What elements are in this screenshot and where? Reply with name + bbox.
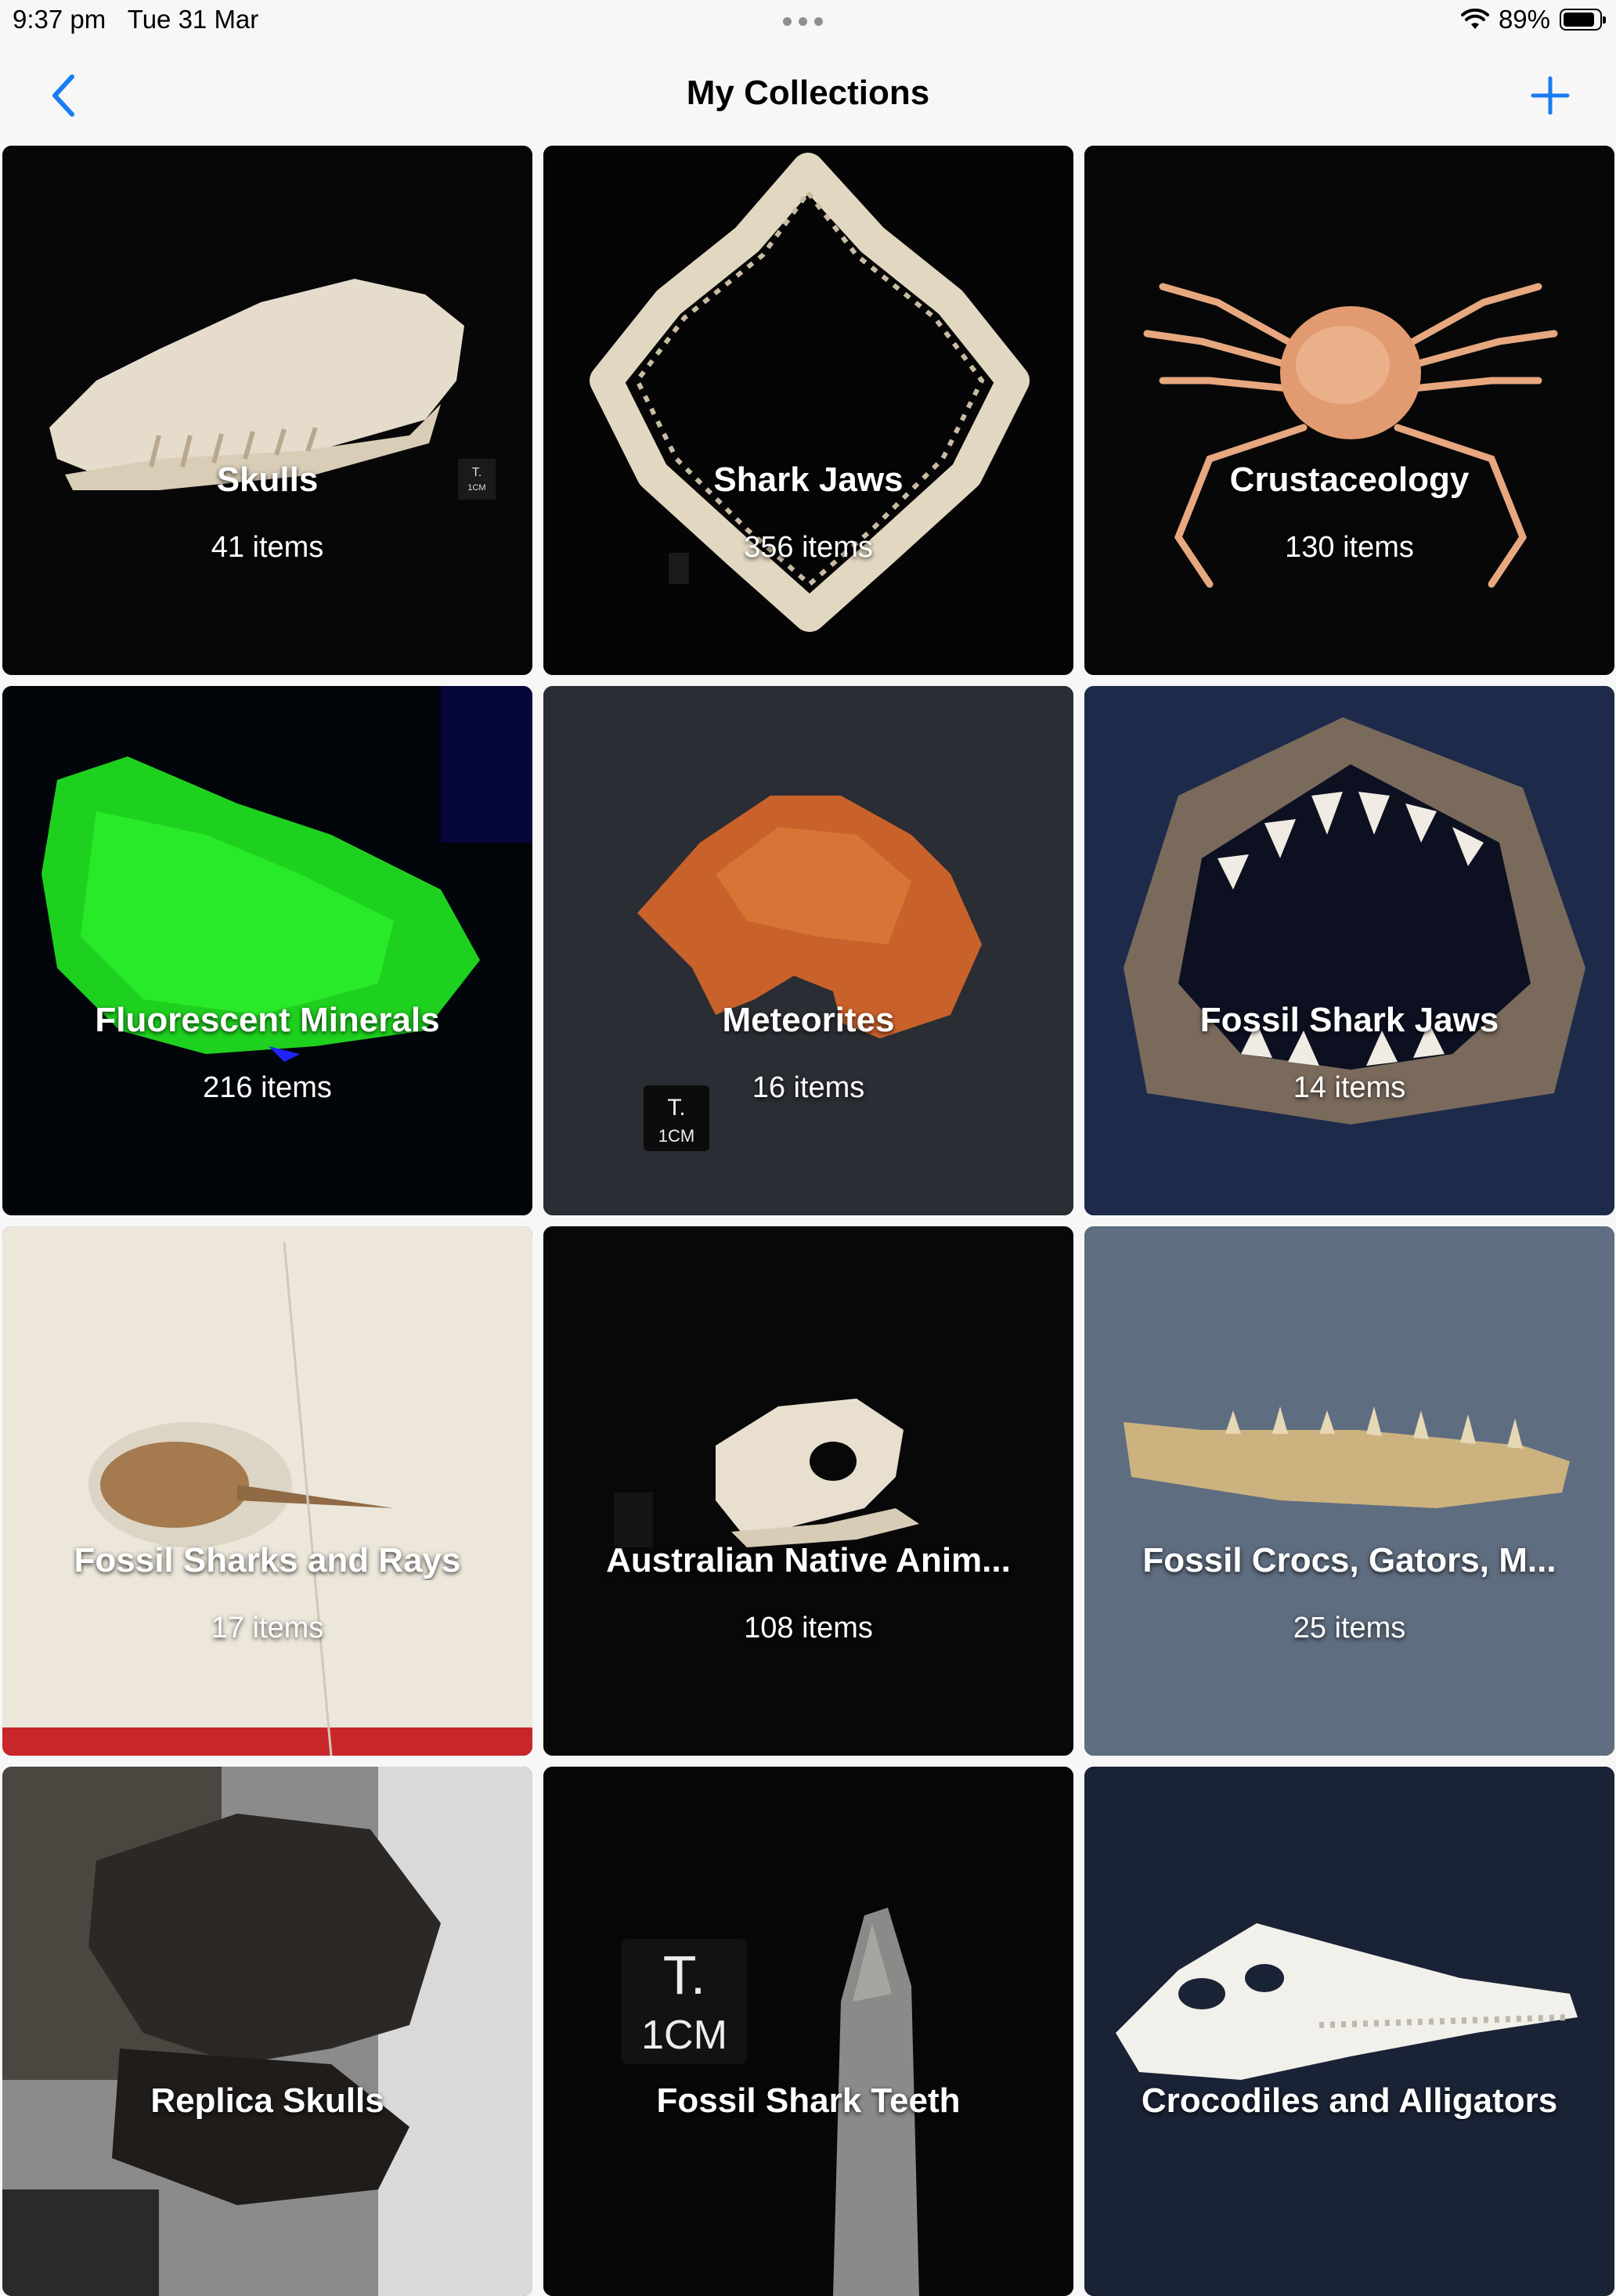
collection-card-fossil-crocs[interactable]: Fossil Crocs, Gators, M... 25 items [1084, 1226, 1614, 1756]
status-indicators: 89% [1460, 5, 1606, 34]
collection-count: 130 items [1285, 531, 1414, 564]
status-time: 9:37 pm Tue 31 Mar [13, 5, 259, 34]
collection-title: Skulls [216, 460, 319, 499]
multitasking-dots-icon[interactable] [783, 17, 823, 26]
fossil-shark-jaw-image [1084, 686, 1614, 1215]
snake-skull-image: T. 1CM [2, 146, 532, 675]
collection-title: Fossil Shark Teeth [656, 2081, 961, 2120]
collection-count: 108 items [744, 1612, 873, 1644]
collection-card-fluorescent-minerals[interactable]: Fluorescent Minerals 216 items [2, 686, 532, 1215]
plus-icon[interactable] [1530, 75, 1571, 116]
dinosaur-skull-image [2, 1767, 532, 2296]
croc-jaw-fragment-image [1084, 1226, 1614, 1756]
collection-card-replica-skulls[interactable]: Replica Skulls [2, 1767, 532, 2296]
collection-card-fossil-shark-teeth[interactable]: T. 1CM Fossil Shark Teeth [543, 1767, 1073, 2296]
collection-card-crocodiles-alligators[interactable]: Crocodiles and Alligators [1084, 1767, 1614, 2296]
collection-card-crustaceology[interactable]: Crustaceology 130 items [1084, 146, 1614, 675]
battery-percent: 89% [1498, 5, 1550, 34]
collection-card-australian-native-animals[interactable]: Australian Native Anim... 108 items [543, 1226, 1073, 1756]
collection-title: Fossil Shark Jaws [1199, 1001, 1499, 1039]
collection-card-fossil-shark-jaws[interactable]: Fossil Shark Jaws 14 items [1084, 686, 1614, 1215]
shark-tooth-image: T. 1CM [543, 1767, 1073, 2296]
collection-title: Crocodiles and Alligators [1141, 2081, 1558, 2120]
small-skull-image [543, 1226, 1073, 1756]
meteorite-image: T. 1CM [543, 686, 1073, 1215]
navigation-bar: My Collections [0, 44, 1616, 146]
collection-title: Shark Jaws [713, 460, 904, 499]
croc-skull-image [1084, 1767, 1614, 2296]
collection-card-fossil-sharks-rays[interactable]: Fossil Sharks and Rays 17 items [2, 1226, 532, 1756]
collection-title: Fossil Sharks and Rays [74, 1541, 461, 1579]
collection-card-shark-jaws[interactable]: Shark Jaws 356 items [543, 146, 1073, 675]
collection-title: Crustaceology [1229, 460, 1470, 499]
battery-icon [1560, 9, 1606, 31]
svg-text:1CM: 1CM [658, 1126, 694, 1146]
collections-grid: T. 1CM Skulls 41 items Shark Jaws 356 it… [2, 146, 1616, 2296]
collection-title: Fluorescent Minerals [95, 1001, 440, 1039]
collection-title: Australian Native Anim... [606, 1541, 1011, 1579]
collection-count: 14 items [1293, 1071, 1406, 1104]
collection-count: 41 items [211, 531, 324, 564]
collection-title: Meteorites [722, 1001, 895, 1039]
svg-text:1CM: 1CM [641, 2013, 727, 2058]
wifi-icon [1460, 9, 1489, 29]
collection-count: 17 items [211, 1612, 324, 1644]
collection-count: 216 items [203, 1071, 332, 1104]
collection-count: 25 items [1293, 1612, 1406, 1644]
collection-card-skulls[interactable]: T. 1CM Skulls 41 items [2, 146, 532, 675]
status-bar: 9:37 pm Tue 31 Mar 89% [0, 0, 1616, 44]
shark-jaw-image [543, 146, 1073, 675]
svg-text:T.: T. [663, 1944, 705, 2005]
collection-title: Fossil Crocs, Gators, M... [1142, 1541, 1556, 1579]
collection-count: 16 items [752, 1071, 865, 1104]
collection-title: Replica Skulls [150, 2081, 384, 2120]
page-title: My Collections [686, 74, 930, 112]
fossil-ray-slab-image [2, 1226, 532, 1756]
crab-image [1084, 146, 1614, 675]
collection-card-meteorites[interactable]: T. 1CM Meteorites 16 items [543, 686, 1073, 1215]
collection-count: 356 items [744, 531, 873, 564]
fluorescent-mineral-image [2, 686, 532, 1215]
